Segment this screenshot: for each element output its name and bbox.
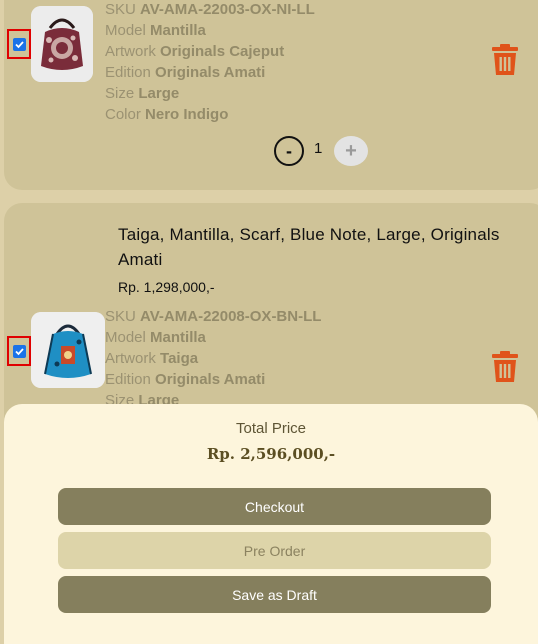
artwork-value: Originals Cajeput (160, 43, 285, 60)
edition-label: Edition (105, 371, 151, 388)
item-select-checkbox[interactable] (7, 29, 31, 59)
product-price: Rp. 1,298,000,- (118, 279, 215, 295)
pre-order-button[interactable]: Pre Order (58, 532, 491, 569)
artwork-value: Taiga (160, 350, 199, 367)
size-label: Size (105, 85, 135, 102)
product-image[interactable] (31, 6, 93, 82)
trash-icon[interactable] (491, 44, 519, 76)
item-select-checkbox[interactable] (7, 336, 31, 366)
checkbox-checked-icon (12, 37, 26, 51)
checkbox-checked-icon (12, 344, 26, 358)
model-label: Model (105, 329, 146, 346)
product-title[interactable]: Taiga, Mantilla, Scarf, Blue Note, Large… (118, 222, 518, 272)
artwork-label: Artwork (105, 43, 156, 60)
total-price-value: Rp. 2,596,000,- (206, 445, 336, 463)
checkout-button[interactable]: Checkout (58, 488, 491, 525)
checkout-panel: Total Price Rp. 2,596,000,- Checkout Pre… (4, 404, 538, 644)
artwork-label: Artwork (105, 350, 156, 367)
item-details: SKU AV-AMA-22008-OX-BN-LL Model Mantilla… (105, 306, 321, 411)
total-price-label: Total Price (235, 420, 307, 437)
trash-icon[interactable] (491, 351, 519, 383)
model-value: Mantilla (150, 22, 206, 39)
sku-value: AV-AMA-22003-OX-NI-LL (140, 1, 315, 18)
minus-icon: - (286, 140, 292, 161)
size-value: Large (138, 85, 180, 102)
sku-label: SKU (105, 1, 136, 18)
sku-value: AV-AMA-22008-OX-BN-LL (140, 308, 322, 325)
quantity-value: 1 (314, 140, 323, 157)
sku-label: SKU (105, 308, 136, 325)
edition-value: Originals Amati (155, 371, 266, 388)
color-label: Color (105, 106, 141, 123)
plus-icon: + (345, 139, 357, 162)
quantity-decrease-button[interactable]: - (274, 136, 304, 166)
color-value: Nero Indigo (145, 106, 229, 123)
edition-label: Edition (105, 64, 151, 81)
save-as-draft-button[interactable]: Save as Draft (58, 576, 491, 613)
product-image[interactable] (31, 312, 105, 388)
edition-value: Originals Amati (155, 64, 266, 81)
model-label: Model (105, 22, 146, 39)
quantity-increase-button[interactable]: + (334, 136, 368, 166)
model-value: Mantilla (150, 329, 206, 346)
item-details: SKU AV-AMA-22003-OX-NI-LL Model Mantilla… (105, 0, 315, 125)
